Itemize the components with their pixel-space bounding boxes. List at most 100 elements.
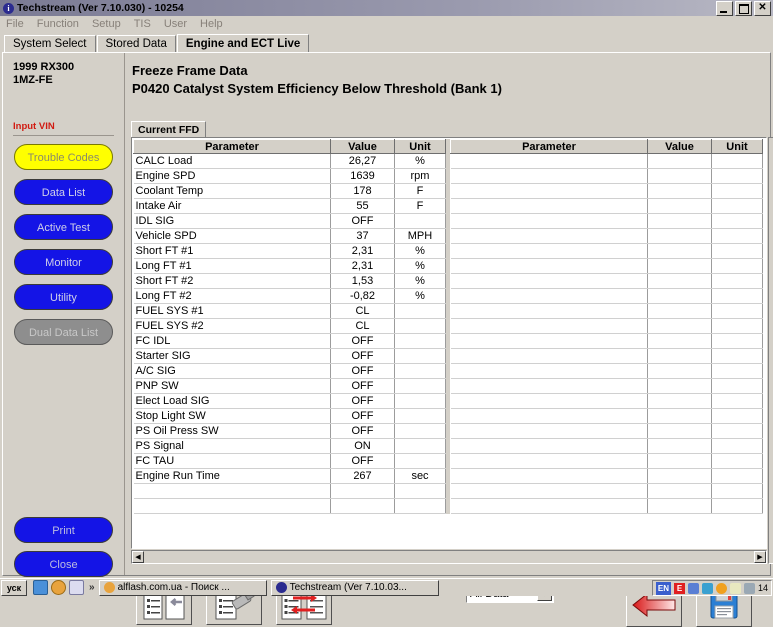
column-header-unit[interactable]: Unit xyxy=(712,140,763,154)
tray-shield-icon[interactable] xyxy=(702,583,713,594)
vertical-scrollbar[interactable] xyxy=(768,137,773,564)
table-row[interactable] xyxy=(451,424,763,439)
menu-item-file[interactable]: File xyxy=(6,18,24,30)
column-header-value[interactable]: Value xyxy=(648,140,712,154)
table-row[interactable] xyxy=(451,349,763,364)
table-row[interactable]: FC TAUOFF xyxy=(134,454,446,469)
close-window-button[interactable]: Close xyxy=(14,551,113,577)
table-row[interactable] xyxy=(451,259,763,274)
table-row[interactable] xyxy=(451,274,763,289)
table-row[interactable]: Intake Air55F xyxy=(134,199,446,214)
show-desktop-icon[interactable] xyxy=(33,580,48,595)
table-row[interactable]: Short FT #21,53% xyxy=(134,274,446,289)
tray-chart-icon[interactable] xyxy=(730,583,741,594)
tab-current-ffd[interactable]: Current FFD xyxy=(131,121,206,137)
table-row[interactable] xyxy=(451,379,763,394)
start-button[interactable]: уск xyxy=(1,580,27,596)
table-row[interactable] xyxy=(451,229,763,244)
tray-update-icon[interactable] xyxy=(716,583,727,594)
horizontal-scrollbar[interactable]: ◀ ▶ xyxy=(131,550,767,564)
menu-item-tis[interactable]: TIS xyxy=(134,18,151,30)
table-row[interactable] xyxy=(451,289,763,304)
table-row[interactable]: Engine SPD1639rpm xyxy=(134,169,446,184)
table-row[interactable] xyxy=(451,169,763,184)
tab-system-select[interactable]: System Select xyxy=(4,35,96,52)
table-row[interactable]: PS SignalON xyxy=(134,439,446,454)
input-vin-label[interactable]: Input VIN xyxy=(13,121,55,132)
sidebar-item-trouble-codes[interactable]: Trouble Codes xyxy=(14,144,113,170)
table-row[interactable] xyxy=(451,484,763,499)
table-row[interactable]: CALC Load26,27% xyxy=(134,154,446,169)
cell-parameter: Vehicle SPD xyxy=(134,229,331,244)
sidebar-item-utility[interactable]: Utility xyxy=(14,284,113,310)
table-row[interactable] xyxy=(451,334,763,349)
table-row[interactable]: Starter SIGOFF xyxy=(134,349,446,364)
table-row[interactable]: FC IDLOFF xyxy=(134,334,446,349)
table-row[interactable]: A/C SIGOFF xyxy=(134,364,446,379)
table-row[interactable] xyxy=(451,394,763,409)
table-row[interactable]: Vehicle SPD37MPH xyxy=(134,229,446,244)
scroll-right-button[interactable]: ▶ xyxy=(754,551,766,563)
tray-network-icon[interactable] xyxy=(688,583,699,594)
sidebar-item-dual-data-list[interactable]: Dual Data List xyxy=(14,319,113,345)
table-row[interactable]: Stop Light SWOFF xyxy=(134,409,446,424)
table-row[interactable]: FUEL SYS #2CL xyxy=(134,319,446,334)
tray-icon-e[interactable]: E xyxy=(674,583,685,594)
quicklaunch-overflow-icon[interactable]: » xyxy=(89,582,95,593)
table-row[interactable]: Long FT #2-0,82% xyxy=(134,289,446,304)
sidebar-item-data-list[interactable]: Data List xyxy=(14,179,113,205)
table-row[interactable] xyxy=(451,244,763,259)
column-header-parameter[interactable]: Parameter xyxy=(451,140,648,154)
table-row[interactable] xyxy=(451,304,763,319)
cell-value xyxy=(648,484,712,499)
table-row[interactable] xyxy=(451,499,763,514)
tab-stored-data[interactable]: Stored Data xyxy=(97,35,176,52)
menu-item-user[interactable]: User xyxy=(164,18,187,30)
table-row[interactable]: Elect Load SIGOFF xyxy=(134,394,446,409)
table-row[interactable] xyxy=(134,499,446,514)
sidebar-item-active-test[interactable]: Active Test xyxy=(14,214,113,240)
table-row[interactable]: PNP SWOFF xyxy=(134,379,446,394)
table-row[interactable] xyxy=(451,454,763,469)
close-button[interactable]: ✕ xyxy=(754,1,771,16)
menu-item-help[interactable]: Help xyxy=(200,18,223,30)
cell-value: OFF xyxy=(331,394,395,409)
table-row[interactable]: PS Oil Press SWOFF xyxy=(134,424,446,439)
table-row[interactable]: FUEL SYS #1CL xyxy=(134,304,446,319)
table-row[interactable]: Coolant Temp178F xyxy=(134,184,446,199)
ie-icon[interactable] xyxy=(51,580,66,595)
table-row[interactable] xyxy=(451,469,763,484)
menu-item-setup[interactable]: Setup xyxy=(92,18,121,30)
taskbar-item-techstream[interactable]: Techstream (Ver 7.10.03... xyxy=(271,580,439,596)
minimize-button[interactable] xyxy=(716,1,733,16)
table-row[interactable] xyxy=(451,364,763,379)
column-header-parameter[interactable]: Parameter xyxy=(134,140,331,154)
table-row[interactable] xyxy=(451,214,763,229)
maximize-button[interactable] xyxy=(735,1,752,16)
scroll-left-button[interactable]: ◀ xyxy=(132,551,144,563)
table-row[interactable]: Engine Run Time267sec xyxy=(134,469,446,484)
tray-printer-icon[interactable] xyxy=(744,583,755,594)
table-row[interactable] xyxy=(134,484,446,499)
cell-value: OFF xyxy=(331,334,395,349)
sidebar-item-monitor[interactable]: Monitor xyxy=(14,249,113,275)
media-player-icon[interactable] xyxy=(69,580,84,595)
tab-engine-and-ect-live[interactable]: Engine and ECT Live xyxy=(177,34,309,52)
table-row[interactable] xyxy=(451,154,763,169)
table-row[interactable]: Short FT #12,31% xyxy=(134,244,446,259)
menu-item-function[interactable]: Function xyxy=(37,18,79,30)
table-row[interactable] xyxy=(451,409,763,424)
column-header-value[interactable]: Value xyxy=(331,140,395,154)
tray-clock[interactable]: 14 xyxy=(758,583,768,593)
table-row[interactable]: IDL SIGOFF xyxy=(134,214,446,229)
cell-parameter: PNP SW xyxy=(134,379,331,394)
table-row[interactable] xyxy=(451,199,763,214)
print-button[interactable]: Print xyxy=(14,517,113,543)
taskbar-item-browser[interactable]: alflash.com.ua - Поиск ... xyxy=(99,580,267,596)
table-row[interactable] xyxy=(451,319,763,334)
table-row[interactable]: Long FT #12,31% xyxy=(134,259,446,274)
table-row[interactable] xyxy=(451,184,763,199)
language-indicator[interactable]: EN xyxy=(656,582,671,595)
column-header-unit[interactable]: Unit xyxy=(395,140,446,154)
table-row[interactable] xyxy=(451,439,763,454)
